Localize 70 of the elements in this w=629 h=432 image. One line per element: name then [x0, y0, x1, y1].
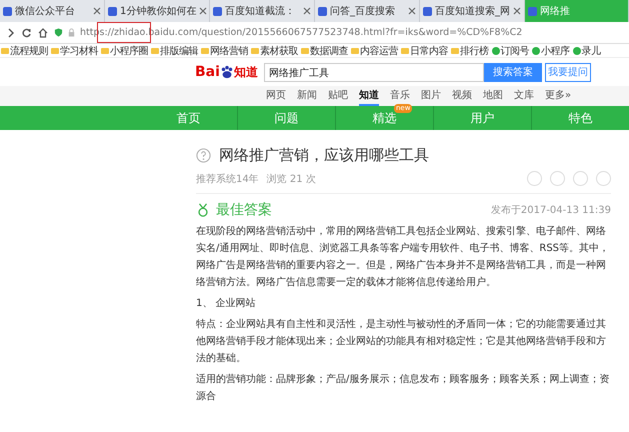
- bookmark[interactable]: 内容运营: [351, 44, 398, 58]
- app-icon: [532, 46, 540, 54]
- forward-icon[interactable]: [6, 28, 16, 38]
- question-icon: [196, 148, 211, 163]
- bookmark[interactable]: 流程规则: [1, 44, 48, 58]
- answer-paragraph: 特点：企业网站具有自主性和灵活性，是主动性与被动性的矛盾同一体；它的功能需要通过其他网络营销手段才能体现出来；企业网站的功能具有相对稳定性；它是其他网络营销手段和方法的基础。: [196, 318, 607, 366]
- answer-date: 发布于2017-04-13 11:39: [490, 204, 611, 217]
- nav-link[interactable]: 网页: [266, 86, 286, 106]
- question-meta: 浏览 21 次: [266, 172, 316, 186]
- folder-icon: [201, 48, 209, 54]
- favicon-icon: [3, 6, 12, 16]
- close-icon[interactable]: [513, 7, 521, 15]
- folder-icon: [1, 48, 9, 54]
- bookmark[interactable]: 日常内容: [401, 44, 448, 58]
- browser-tab[interactable]: 1分钟教你如何在: [105, 0, 210, 22]
- browser-tab[interactable]: 问答_百度搜索: [315, 0, 420, 22]
- nav-link[interactable]: 视频: [452, 86, 472, 106]
- nav-link[interactable]: 贴吧: [328, 86, 348, 106]
- lock-icon: [67, 28, 76, 37]
- reload-icon[interactable]: [22, 28, 32, 38]
- favicon-icon: [318, 6, 327, 16]
- close-icon[interactable]: [303, 7, 311, 15]
- nav-link[interactable]: 更多»: [545, 86, 572, 106]
- nav-link[interactable]: 文库: [514, 86, 534, 106]
- bookmark[interactable]: 排行榜: [451, 44, 488, 58]
- folder-icon: [51, 48, 59, 54]
- folder-icon: [351, 48, 359, 54]
- best-answer-heading: 最佳答案: [216, 201, 272, 219]
- nav-link[interactable]: 音乐: [390, 86, 410, 106]
- paw-icon: [220, 65, 234, 79]
- bookmark[interactable]: 小程序圈: [101, 44, 148, 58]
- bookmark[interactable]: 录儿: [572, 44, 600, 58]
- bookmark[interactable]: 素材获取: [251, 44, 298, 58]
- favicon-icon: [108, 6, 117, 16]
- favicon-icon: [213, 6, 222, 16]
- browser-tab[interactable]: 微信公众平台: [0, 0, 105, 22]
- bookmark[interactable]: 网络营销: [201, 44, 248, 58]
- bookmark[interactable]: 学习材料: [51, 44, 98, 58]
- bookmark[interactable]: 排版编辑: [151, 44, 198, 58]
- folder-icon: [151, 48, 159, 54]
- bookmark[interactable]: 小程序: [532, 44, 570, 58]
- question-meta: 推荐系统14年: [196, 172, 259, 186]
- folder-icon: [251, 48, 259, 54]
- ask-button[interactable]: 我要提问: [544, 62, 591, 82]
- favicon-icon: [423, 6, 432, 16]
- close-icon[interactable]: [93, 7, 101, 15]
- bookmark[interactable]: 订阅号: [492, 44, 529, 58]
- answer-paragraph: 1、 企业网站: [196, 296, 257, 311]
- nav-link[interactable]: 新闻: [297, 86, 317, 106]
- folder-icon: [401, 48, 409, 54]
- logo[interactable]: Bai 知道: [195, 64, 258, 80]
- close-icon[interactable]: [408, 7, 416, 15]
- folder-icon: [101, 48, 109, 54]
- nav-link[interactable]: 地图: [483, 86, 503, 106]
- answer-paragraph: 适用的营销功能：品牌形象；产品/服务展示；信息发布；顾客服务；顾客关系；网上调查；资源合: [196, 372, 610, 404]
- app-icon: [492, 46, 500, 54]
- folder-icon: [451, 48, 459, 54]
- medal-icon: [196, 203, 210, 217]
- question-title: 网络推广营销，应该用哪些工具: [219, 146, 429, 165]
- folder-icon: [301, 48, 309, 54]
- answer-paragraph: 在现阶段的网络营销活动中，常用的网络营销工具包括企业网站、搜索引擎、电子邮件、网络实名/通用网址、即时信息、浏览器工具条等客户端专用软件、电子书、博客、RSS等。其中，网络广告是网络营销的重要内容之一。但是，网络广告本身并不是网络营销工具，而是一种网络营销方法。网络广告信息需要一定的载体才能将信息传递给用户。: [196, 224, 610, 290]
- app-icon: [572, 46, 580, 54]
- close-icon[interactable]: [199, 7, 208, 15]
- favicon-icon: [528, 6, 537, 16]
- bookmark[interactable]: 数据调查: [301, 44, 348, 58]
- search-field[interactable]: 网络推广工具: [264, 62, 484, 82]
- nav-link[interactable]: 图片: [421, 86, 441, 106]
- shield-icon: [54, 28, 63, 37]
- browser-tab[interactable]: 百度知道截流：: [210, 0, 315, 22]
- home-icon[interactable]: [38, 28, 48, 38]
